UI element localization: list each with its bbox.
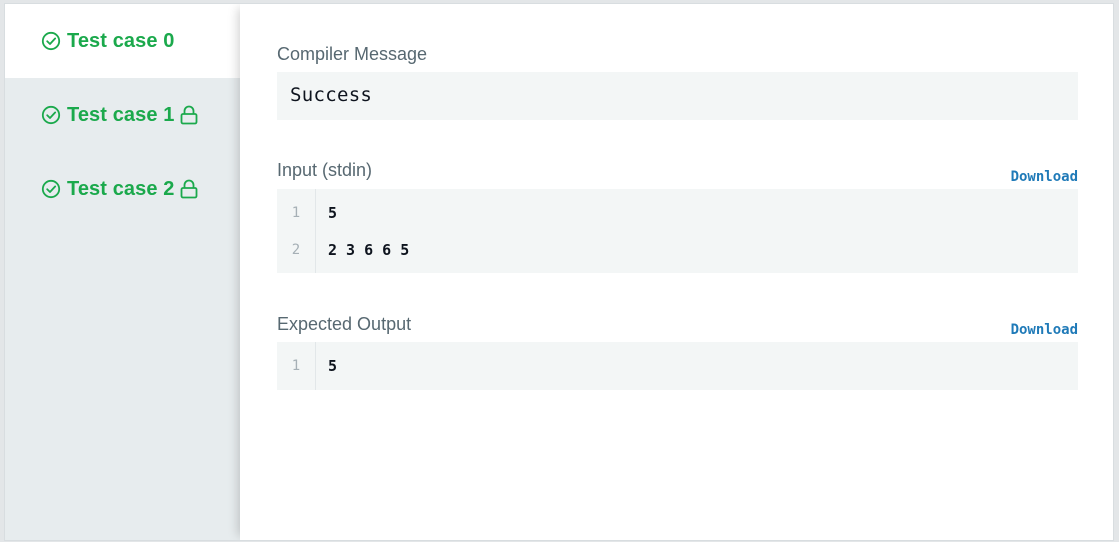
tab-test-case-0[interactable]: Test case 0 xyxy=(5,4,240,78)
code-line: 1 5 xyxy=(277,194,1078,231)
code-text: 5 xyxy=(328,356,338,375)
code-line: 1 5 xyxy=(277,347,1078,384)
tab-test-case-2[interactable]: Test case 2 xyxy=(5,152,240,226)
test-case-details: Compiler Message Success Input (stdin) D… xyxy=(240,4,1113,540)
compiler-message-box: Success xyxy=(277,72,1078,120)
input-download-link[interactable]: Download xyxy=(1011,169,1078,185)
line-number: 1 xyxy=(291,357,301,374)
tab-test-case-1[interactable]: Test case 1 xyxy=(5,78,240,152)
test-case-sidebar: Test case 0 Test case 1 Test case 2 xyxy=(5,4,240,540)
input-code-box: 1 5 2 2 3 6 6 5 xyxy=(277,189,1078,273)
tab-label: Test case 2 xyxy=(67,177,175,200)
test-results-panel: Test case 0 Test case 1 Test case 2 Comp… xyxy=(4,3,1114,541)
check-circle-icon xyxy=(41,179,61,199)
compiler-message-text: Success xyxy=(290,84,373,106)
lock-icon xyxy=(181,105,198,125)
tab-label: Test case 0 xyxy=(67,29,175,52)
expected-output-code-box: 1 5 xyxy=(277,342,1078,390)
tab-label: Test case 1 xyxy=(67,103,175,126)
input-title: Input (stdin) xyxy=(277,160,373,180)
check-circle-icon xyxy=(41,31,61,51)
expected-output-download-link[interactable]: Download xyxy=(1011,322,1078,338)
code-text: 5 xyxy=(328,203,338,222)
line-number: 2 xyxy=(291,241,301,258)
code-text: 2 3 6 6 5 xyxy=(328,240,410,259)
compiler-message-title: Compiler Message xyxy=(277,44,428,64)
line-number: 1 xyxy=(291,204,301,221)
code-line: 2 2 3 6 6 5 xyxy=(277,231,1078,268)
check-circle-icon xyxy=(41,105,61,125)
expected-output-title: Expected Output xyxy=(277,314,412,334)
lock-icon xyxy=(181,179,198,199)
